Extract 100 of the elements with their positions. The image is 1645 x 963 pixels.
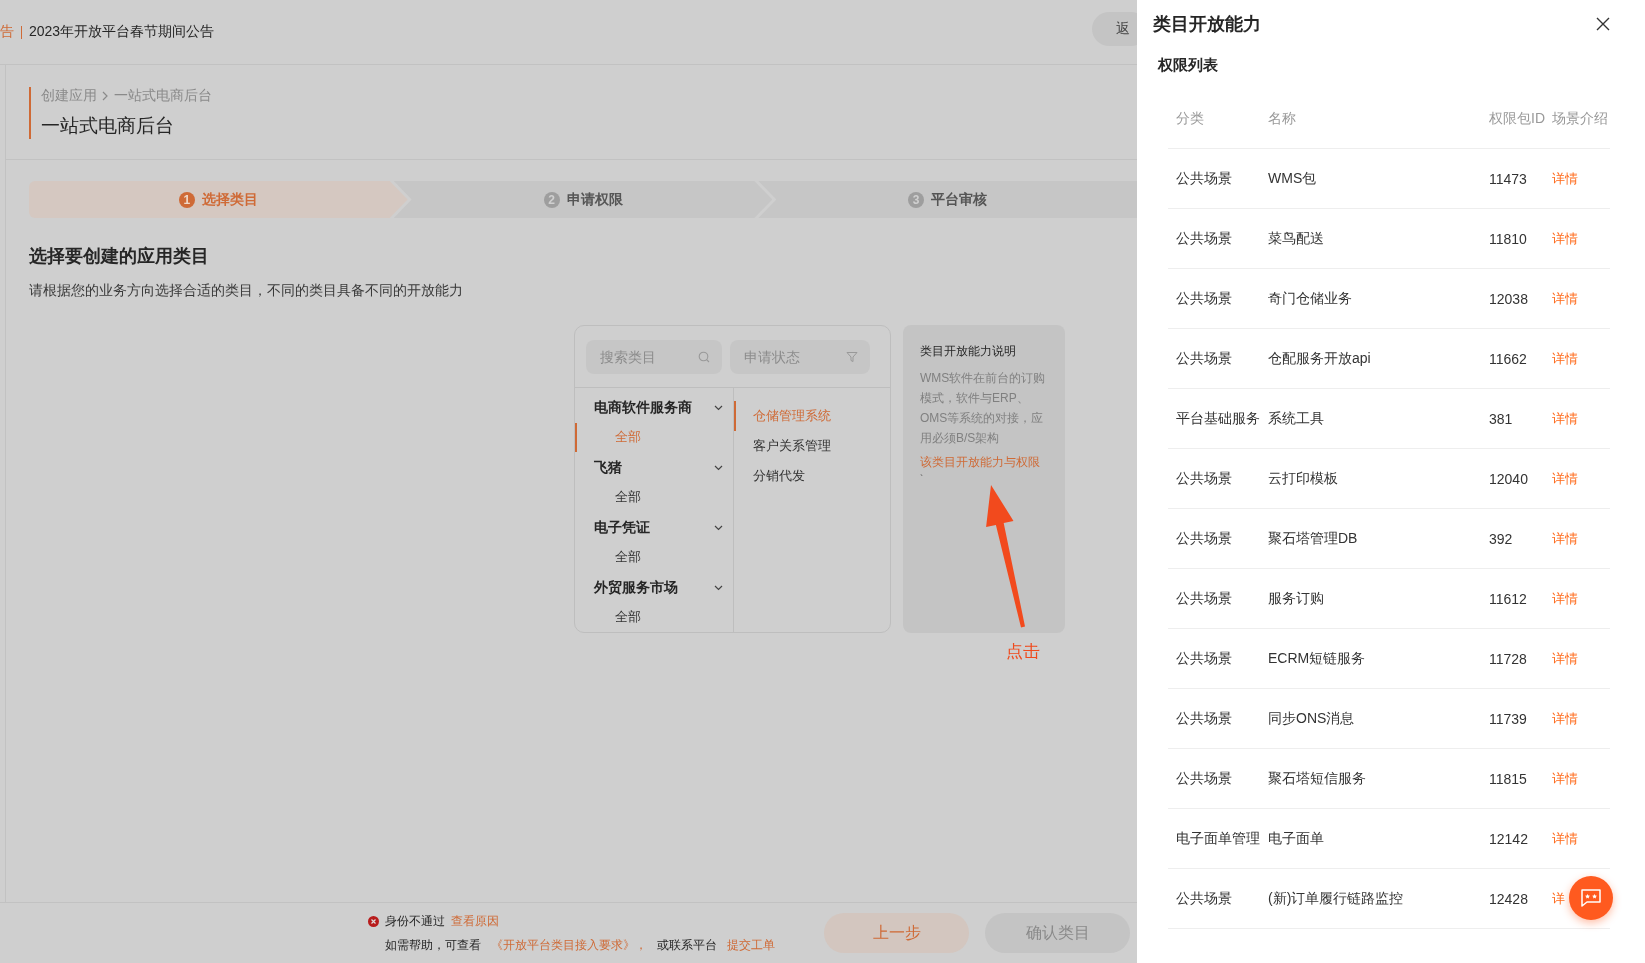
info-card-description: WMS软件在前台的订购模式，软件与ERP、OMS等系统的对接，应用必须B/S架构 — [920, 370, 1047, 447]
details-link[interactable]: 详情 — [1552, 829, 1578, 848]
filter-icon — [846, 351, 858, 363]
table-cell-text: 11810 — [1489, 230, 1528, 247]
table-cell-text: 11612 — [1489, 590, 1528, 607]
details-link[interactable]: 详情 — [1552, 769, 1578, 788]
details-link[interactable]: 详 — [1552, 889, 1565, 908]
details-link[interactable]: 详情 — [1552, 349, 1578, 368]
table-cell-text: 11815 — [1489, 770, 1528, 787]
table-cell-text: (新)订单履行链路监控 — [1268, 889, 1405, 908]
details-link[interactable]: 详情 — [1552, 469, 1578, 488]
table-cell-text: 11728 — [1489, 650, 1528, 667]
breadcrumb-item: 一站式电商后台 — [114, 87, 212, 105]
section-title: 权限列表 — [1158, 56, 1219, 75]
annotation-label: 点击 — [1006, 641, 1040, 663]
chevron-right-icon — [102, 91, 109, 101]
help-text: 如需帮助，可查看 — [385, 936, 481, 954]
subcategory-item[interactable]: 仓储管理系统 — [734, 401, 890, 431]
table-cell-text: 聚石塔短信服务 — [1268, 769, 1367, 788]
subcategory-item[interactable]: 分销代发 — [734, 461, 890, 491]
table-cell-text: 392 — [1489, 530, 1514, 547]
details-link[interactable]: 详情 — [1552, 589, 1578, 608]
table-cell-text: 公共场景 — [1175, 529, 1233, 548]
category-group[interactable]: 外贸服务市场 — [575, 572, 733, 603]
search-icon — [698, 351, 710, 363]
table-cell-text: 381 — [1489, 410, 1514, 427]
table-cell-text: 公共场景 — [1175, 289, 1233, 308]
permissions-link[interactable]: 该类目开放能力与权限 — [920, 454, 1040, 471]
section-description: 请根据您的业务方向选择合适的类目，不同的类目具备不同的开放能力 — [29, 282, 464, 300]
info-card-title: 类目开放能力说明 — [920, 343, 1017, 360]
table-cell-text: 公共场景 — [1175, 709, 1233, 728]
table-cell-text: 11662 — [1489, 350, 1528, 367]
search-input[interactable]: 搜索类目 — [598, 348, 692, 366]
table-cell-text: 平台基础服务 — [1175, 409, 1261, 428]
table-cell-text: 电子面单管理 — [1175, 829, 1261, 848]
category-item[interactable]: 全部 — [575, 603, 733, 632]
step-number: 1 — [178, 191, 195, 208]
category-group[interactable]: 电子凭证 — [575, 512, 733, 543]
table-cell-text: 公共场景 — [1175, 349, 1233, 368]
submit-ticket-link[interactable]: 提交工单 — [727, 936, 775, 954]
tick-mark: ` — [920, 475, 924, 485]
category-group[interactable]: 飞猪 — [575, 452, 733, 483]
close-icon — [1596, 17, 1610, 31]
column-header: 名称 — [1268, 110, 1297, 128]
table-cell-text: 公共场景 — [1175, 229, 1233, 248]
page-title: 一站式电商后台 — [41, 114, 175, 138]
category-group[interactable]: 电商软件服务商 — [575, 392, 733, 423]
table-cell-text: 公共场景 — [1175, 589, 1233, 608]
status-text: 身份不通过 — [385, 912, 445, 930]
table-cell-text: 云打印模板 — [1268, 469, 1339, 488]
close-button[interactable] — [1596, 17, 1610, 31]
table-cell-text: 聚石塔管理DB — [1268, 529, 1359, 548]
chevron-down-icon — [714, 464, 723, 471]
table-cell-text: 系统工具 — [1268, 409, 1325, 428]
back-button[interactable]: 返 — [1092, 12, 1137, 46]
category-item[interactable]: 全部 — [575, 483, 733, 512]
feedback-button[interactable] — [1569, 876, 1613, 920]
breadcrumb-item[interactable]: 创建应用 — [41, 87, 97, 105]
table-cell-text: 公共场景 — [1175, 469, 1233, 488]
subcategory-item[interactable]: 客户关系管理 — [734, 431, 890, 461]
column-header: 分类 — [1175, 110, 1205, 128]
details-link[interactable]: 详情 — [1552, 649, 1578, 668]
column-header: 场景介绍 — [1552, 110, 1609, 128]
back-step-button[interactable]: 上一步 — [824, 913, 969, 953]
details-link[interactable]: 详情 — [1552, 409, 1578, 428]
announcement-tag: 告 — [0, 23, 14, 41]
details-link[interactable]: 详情 — [1552, 289, 1578, 308]
section-heading: 选择要创建的应用类目 — [29, 245, 210, 268]
table-cell-text: 公共场景 — [1175, 769, 1233, 788]
help-text: 或联系平台 — [657, 936, 717, 954]
chevron-down-icon — [714, 524, 723, 531]
category-item[interactable]: 全部 — [575, 423, 733, 452]
drawer-title: 类目开放能力 — [1153, 13, 1261, 36]
table-cell-text: WMS包 — [1268, 169, 1318, 188]
table-cell-text: 12142 — [1489, 830, 1529, 847]
table-cell-text: 公共场景 — [1175, 889, 1233, 908]
table-cell-text: 12038 — [1489, 290, 1529, 307]
details-link[interactable]: 详情 — [1552, 169, 1578, 188]
table-cell-text: 12040 — [1489, 470, 1529, 487]
table-cell-text: 同步ONS消息 — [1268, 709, 1356, 728]
announcement-link[interactable]: 2023年开放平台春节期间公告 — [29, 23, 215, 41]
view-reason-link[interactable]: 查看原因 — [451, 912, 499, 930]
chevron-down-icon — [714, 584, 723, 591]
table-cell-text: 菜鸟配送 — [1268, 229, 1325, 248]
table-cell-text: 奇门仓储业务 — [1268, 289, 1353, 308]
table-cell-text: 11739 — [1489, 710, 1528, 727]
table-cell-text: 11473 — [1489, 170, 1528, 187]
table-cell-text: 电子面单 — [1268, 829, 1325, 848]
search-field[interactable]: 搜索类目 — [586, 340, 722, 374]
table-cell-text: 仓配服务开放api — [1268, 349, 1372, 368]
category-item[interactable]: 全部 — [575, 543, 733, 572]
table-cell-text: ECRM短链服务 — [1268, 649, 1367, 668]
details-link[interactable]: 详情 — [1552, 709, 1578, 728]
chat-icon — [1580, 888, 1602, 908]
column-header: 权限包ID — [1489, 110, 1546, 128]
details-link[interactable]: 详情 — [1552, 229, 1578, 248]
requirements-link[interactable]: 《开放平台类目接入要求》， — [491, 936, 647, 954]
details-link[interactable]: 详情 — [1552, 529, 1578, 548]
error-icon — [368, 915, 379, 927]
table-cell-text: 服务订购 — [1268, 589, 1325, 608]
